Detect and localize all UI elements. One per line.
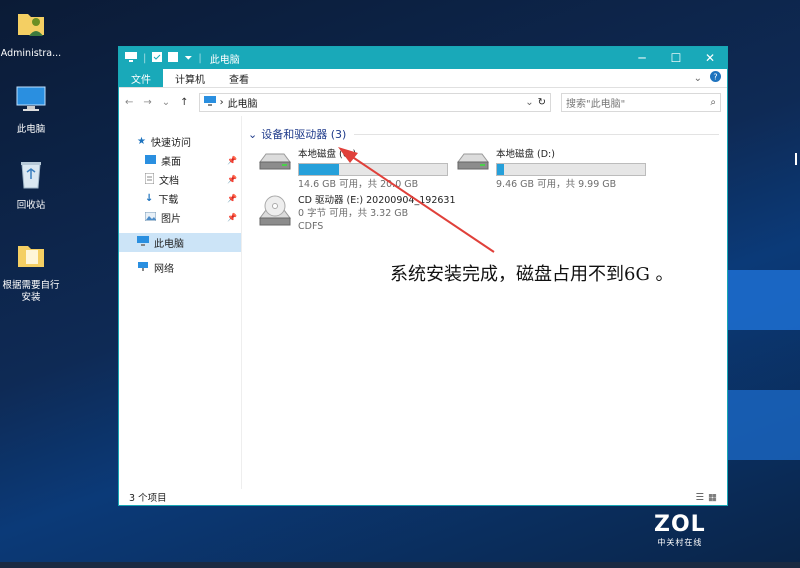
zol-logo-subtitle: 中关村在线 [657,538,703,547]
desktop: Administra... 此电脑 回收站 根据需要自行安装 | ⏷ | 此电脑… [0,0,800,568]
taskbar [0,562,800,568]
zol-logo: ZOL [654,512,706,537]
watermark: ZOL 中关村在线 [654,512,706,548]
annotation-text: 系统安装完成，磁盘占用不到6G 。 [390,264,674,285]
text-cursor [795,153,797,165]
